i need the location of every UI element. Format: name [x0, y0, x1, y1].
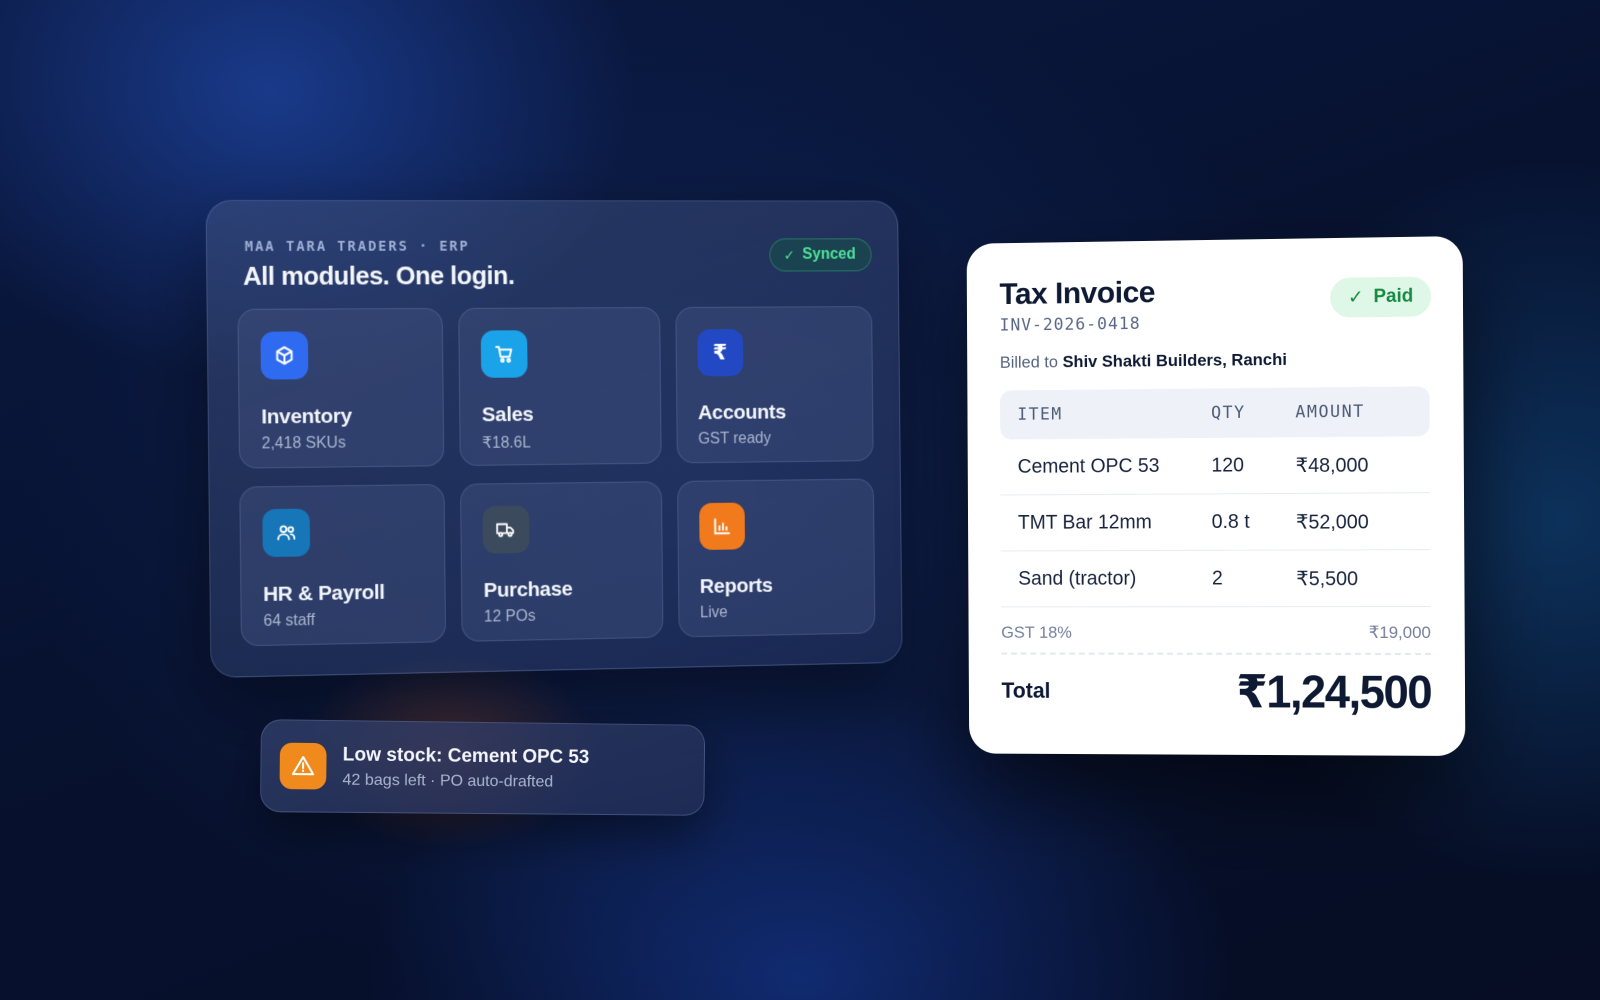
truck-icon — [482, 505, 530, 554]
column-header: QTY — [1211, 402, 1246, 424]
table-row: Cement OPC 53 120 ₹48,000 — [1000, 436, 1431, 496]
billed-to: Billed to Shiv Shakti Builders, Ranchi — [1000, 348, 1430, 372]
row-qty: 0.8 t — [1211, 510, 1250, 533]
module-card-accounts[interactable]: ₹ Accounts GST ready — [674, 306, 874, 464]
row-amount: ₹52,000 — [1295, 510, 1369, 534]
cart-icon — [481, 330, 528, 378]
table-header: ITEM QTY AMOUNT — [999, 386, 1430, 440]
module-name: HR & Payroll — [263, 580, 385, 606]
module-stat: Live — [699, 604, 728, 622]
row-amount: ₹5,500 — [1296, 567, 1359, 590]
column-header: AMOUNT — [1295, 401, 1365, 423]
warning-icon — [279, 742, 327, 790]
module-stat: 12 POs — [483, 607, 536, 626]
synced-badge: ✓ Synced — [769, 238, 872, 272]
alert-subtitle: 42 bags left · PO auto-drafted — [342, 771, 554, 791]
rupee-icon: ₹ — [697, 329, 743, 377]
erp-panel: MAA TARA TRADERS · ERP All modules. One … — [205, 199, 903, 678]
module-name: Inventory — [261, 404, 352, 429]
gst-value: ₹19,000 — [1368, 623, 1431, 642]
row-item: Cement OPC 53 — [1017, 454, 1160, 478]
box-icon — [260, 331, 309, 380]
row-qty: 120 — [1211, 454, 1245, 477]
module-stat: GST ready — [698, 430, 772, 448]
module-name: Sales — [481, 403, 534, 427]
total-value: ₹1,24,500 — [1236, 665, 1432, 718]
column-header: ITEM — [1017, 404, 1063, 425]
module-card-sales[interactable]: Sales ₹18.6L — [458, 307, 662, 466]
module-card-purchase[interactable]: Purchase 12 POs — [460, 481, 664, 642]
billed-to-prefix: Billed to — [999, 352, 1059, 372]
row-item: Sand (tractor) — [1018, 567, 1137, 590]
module-stat: ₹18.6L — [482, 434, 531, 452]
check-icon: ✓ — [1347, 286, 1364, 308]
module-name: Accounts — [697, 400, 787, 425]
erp-company-label: MAA TARA TRADERS · ERP — [244, 238, 470, 255]
row-amount: ₹48,000 — [1295, 454, 1369, 477]
users-icon — [262, 508, 311, 558]
module-name: Purchase — [483, 577, 573, 602]
module-grid: Inventory 2,418 SKUs Sales ₹18.6L ₹ Acco… — [237, 306, 876, 647]
paid-label: Paid — [1373, 285, 1414, 308]
check-icon: ✓ — [783, 246, 795, 263]
invoice-card: Tax Invoice INV-2026-0418 ✓ Paid Billed … — [966, 236, 1466, 757]
total-label: Total — [1001, 678, 1051, 703]
total-row: Total ₹1,24,500 — [1001, 655, 1431, 719]
paid-badge: ✓ Paid — [1330, 276, 1432, 318]
invoice-table: ITEM QTY AMOUNT Cement OPC 53 120 ₹48,00… — [999, 386, 1431, 608]
gst-label: GST 18% — [1001, 623, 1072, 642]
erp-title: All modules. One login. — [242, 260, 515, 291]
alert-text: Low stock: Cement OPC 53 42 bags left · … — [342, 744, 589, 792]
row-qty: 2 — [1211, 567, 1223, 589]
module-stat: 2,418 SKUs — [261, 434, 346, 453]
module-card-reports[interactable]: Reports Live — [676, 478, 876, 638]
synced-label: Synced — [802, 246, 856, 263]
module-card-hr-payroll[interactable]: HR & Payroll 64 staff — [239, 483, 447, 647]
billed-to-customer: Shiv Shakti Builders, Ranchi — [1062, 349, 1287, 372]
gst-row: GST 18% ₹19,000 — [1001, 607, 1432, 655]
low-stock-alert[interactable]: Low stock: Cement OPC 53 42 bags left · … — [259, 719, 706, 816]
row-item: TMT Bar 12mm — [1017, 510, 1152, 534]
module-card-inventory[interactable]: Inventory 2,418 SKUs — [237, 307, 445, 469]
table-row: Sand (tractor) 2 ₹5,500 — [1000, 550, 1431, 608]
alert-title: Low stock: Cement OPC 53 — [342, 743, 590, 768]
bar-chart-icon — [698, 502, 745, 551]
module-stat: 64 staff — [263, 611, 316, 630]
table-row: TMT Bar 12mm 0.8 t ₹52,000 — [1000, 493, 1431, 552]
module-name: Reports — [699, 574, 773, 598]
